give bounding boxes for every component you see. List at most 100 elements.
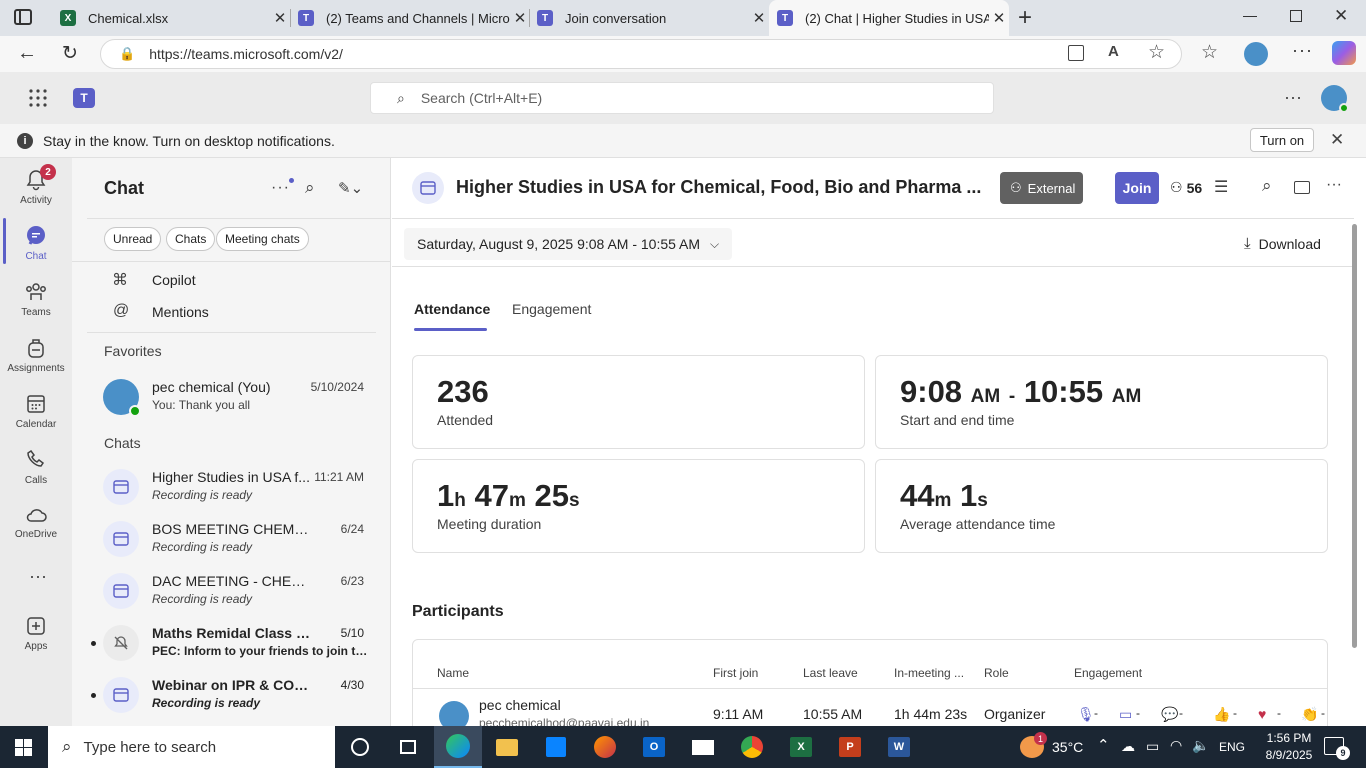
onedrive-tray-icon[interactable]: ☁ <box>1121 738 1135 755</box>
taskbar-search[interactable]: ⌕ Type here to search <box>48 726 335 768</box>
meeting-title: Higher Studies in USA for Chemical, Food… <box>456 177 982 197</box>
search-icon[interactable]: ⌕ <box>1262 176 1272 196</box>
chat-icon <box>27 226 45 245</box>
people-icon: ⚇ <box>1170 179 1183 195</box>
user-avatar[interactable] <box>1321 85 1349 113</box>
lock-icon: 🔒 <box>119 46 136 61</box>
close-tab-icon[interactable]: ✕ <box>510 9 530 27</box>
mentions-item[interactable]: Mentions <box>152 304 209 320</box>
mail-icon[interactable] <box>679 726 727 768</box>
date-range-dropdown[interactable]: Saturday, August 9, 2025 9:08 AM - 10:55… <box>404 228 732 260</box>
app-available-icon[interactable] <box>1068 45 1084 61</box>
external-badge[interactable]: ⚇ External <box>1000 172 1083 204</box>
firefox-icon[interactable] <box>581 726 629 768</box>
filter-meeting-chats[interactable]: Meeting chats <box>216 227 309 251</box>
chat-item[interactable]: DAC MEETING - CHEMICAL... 6/23 Recording… <box>72 565 391 617</box>
restore-icon[interactable] <box>1290 10 1302 22</box>
task-view-icon[interactable] <box>384 726 432 768</box>
clock-date[interactable]: 8/9/2025 <box>1258 748 1320 762</box>
rail-item-calls[interactable]: Calls <box>0 448 72 486</box>
browser-tab-join-conversation[interactable]: T Join conversation ✕ <box>529 0 769 36</box>
notification-banner: i Stay in the know. Turn on desktop noti… <box>0 124 1366 158</box>
camera-icon: ▭ <box>1119 706 1133 722</box>
list-icon[interactable]: ☰ <box>1214 177 1228 197</box>
rail-item-assignments[interactable]: Assignments <box>0 336 72 374</box>
back-icon[interactable]: ← <box>17 42 37 65</box>
chrome-icon[interactable] <box>728 726 776 768</box>
store-icon[interactable] <box>532 726 580 768</box>
rail-item-apps[interactable]: Apps <box>0 614 72 652</box>
cortana-icon[interactable] <box>336 726 384 768</box>
close-banner-icon[interactable]: ✕ <box>1330 130 1344 150</box>
profile-avatar[interactable] <box>1244 42 1268 66</box>
chat-search-icon[interactable]: ⌕ <box>305 178 315 198</box>
join-button[interactable]: Join <box>1115 172 1159 204</box>
file-explorer-icon[interactable] <box>483 726 531 768</box>
more-apps-icon[interactable]: ··· <box>29 566 47 587</box>
excel-taskbar-icon[interactable]: X <box>777 726 825 768</box>
filter-unread[interactable]: Unread <box>104 227 162 251</box>
clock-time[interactable]: 1:56 PM <box>1264 731 1314 745</box>
chat-item[interactable]: BOS MEETING CHEMICAL E... 6/24 Recording… <box>72 513 391 565</box>
search-input[interactable]: ⌕ Search (Ctrl+Alt+E) <box>370 82 994 114</box>
scrollbar[interactable] <box>1352 224 1357 648</box>
divider <box>87 218 391 219</box>
pop-out-icon[interactable] <box>1294 181 1310 194</box>
participants-button[interactable]: ⚇ 56 <box>1170 179 1202 196</box>
favorites-icon[interactable]: ☆ <box>1201 41 1218 64</box>
tab-actions-icon[interactable] <box>14 9 32 25</box>
minimize-icon[interactable] <box>1243 16 1257 17</box>
copilot-icon[interactable] <box>1332 41 1356 65</box>
read-aloud-icon[interactable]: A <box>1108 43 1119 60</box>
browser-tab-chemical-xlsx[interactable]: X Chemical.xlsx ✕ <box>52 0 290 36</box>
rail-item-teams[interactable]: Teams <box>0 280 72 318</box>
powerpoint-icon[interactable]: P <box>826 726 874 768</box>
close-window-icon[interactable]: ✕ <box>1334 6 1348 26</box>
mic-icon: 🎙 <box>1077 706 1095 722</box>
battery-icon[interactable]: ▭ <box>1146 738 1159 755</box>
windows-start-icon[interactable] <box>15 739 32 756</box>
more-options-icon[interactable]: ··· <box>1284 87 1302 108</box>
notification-count: 9 <box>1336 746 1350 760</box>
language-indicator[interactable]: ENG <box>1219 740 1245 754</box>
rail-item-activity[interactable]: Activity 2 <box>0 164 72 206</box>
more-icon[interactable]: ··· <box>1292 40 1313 61</box>
outlook-icon[interactable]: O <box>630 726 678 768</box>
chat-more-icon[interactable]: ··· <box>271 179 290 197</box>
more-icon[interactable]: ··· <box>1326 176 1342 194</box>
edge-taskbar-icon[interactable] <box>434 726 482 768</box>
copilot-item[interactable]: Copilot <box>152 272 196 288</box>
rail-item-chat[interactable]: Chat <box>0 224 72 262</box>
app-launcher-icon[interactable] <box>28 88 48 108</box>
filter-chats[interactable]: Chats <box>166 227 216 251</box>
browser-tab-teams-channels[interactable]: T (2) Teams and Channels | Microsoft Tea… <box>290 0 530 36</box>
new-chat-icon[interactable]: ✎⌄ <box>338 179 363 197</box>
teams-header: T ⌕ Search (Ctrl+Alt+E) ··· <box>0 72 1366 124</box>
new-tab-icon[interactable]: + <box>1018 4 1032 32</box>
meeting-icon <box>412 172 444 204</box>
close-tab-icon[interactable]: ✕ <box>749 9 769 27</box>
favorite-chat-item[interactable]: pec chemical (You) 5/10/2024 You: Thank … <box>72 371 391 423</box>
favorite-star-icon[interactable]: ☆ <box>1148 41 1165 64</box>
browser-tab-chat-active[interactable]: T (2) Chat | Higher Studies in USA for C… <box>769 0 1009 36</box>
time-card: 9:08 AM - 10:55 AM Start and end time <box>875 355 1328 449</box>
info-icon: i <box>17 132 33 149</box>
tab-engagement[interactable]: Engagement <box>512 301 591 317</box>
rail-item-onedrive[interactable]: OneDrive <box>0 504 72 540</box>
chat-item[interactable]: Higher Studies in USA f... 11:21 AM Reco… <box>72 461 391 513</box>
download-button[interactable]: ⤓ Download <box>1244 235 1321 252</box>
chat-item-unread[interactable]: Maths Remidal Class (B2... 5/10 PEC: Inf… <box>72 617 391 669</box>
word-icon[interactable]: W <box>875 726 923 768</box>
chat-item-unread[interactable]: Webinar on IPR & COM... 4/30 Recording i… <box>72 669 391 721</box>
refresh-icon[interactable]: ↻ <box>62 42 78 65</box>
url-field[interactable]: 🔒 https://teams.microsoft.com/v2/ <box>100 39 1182 69</box>
wifi-icon[interactable]: ◠ <box>1170 737 1182 754</box>
close-tab-icon[interactable]: ✕ <box>989 9 1009 27</box>
tray-chevron-icon[interactable]: ⌃ <box>1097 736 1110 754</box>
volume-icon[interactable]: 🔈 <box>1192 737 1209 754</box>
unread-dot <box>91 693 96 698</box>
tab-attendance[interactable]: Attendance <box>414 301 490 317</box>
rail-item-calendar[interactable]: Calendar <box>0 392 72 430</box>
close-tab-icon[interactable]: ✕ <box>270 9 290 27</box>
turn-on-button[interactable]: Turn on <box>1250 128 1314 152</box>
